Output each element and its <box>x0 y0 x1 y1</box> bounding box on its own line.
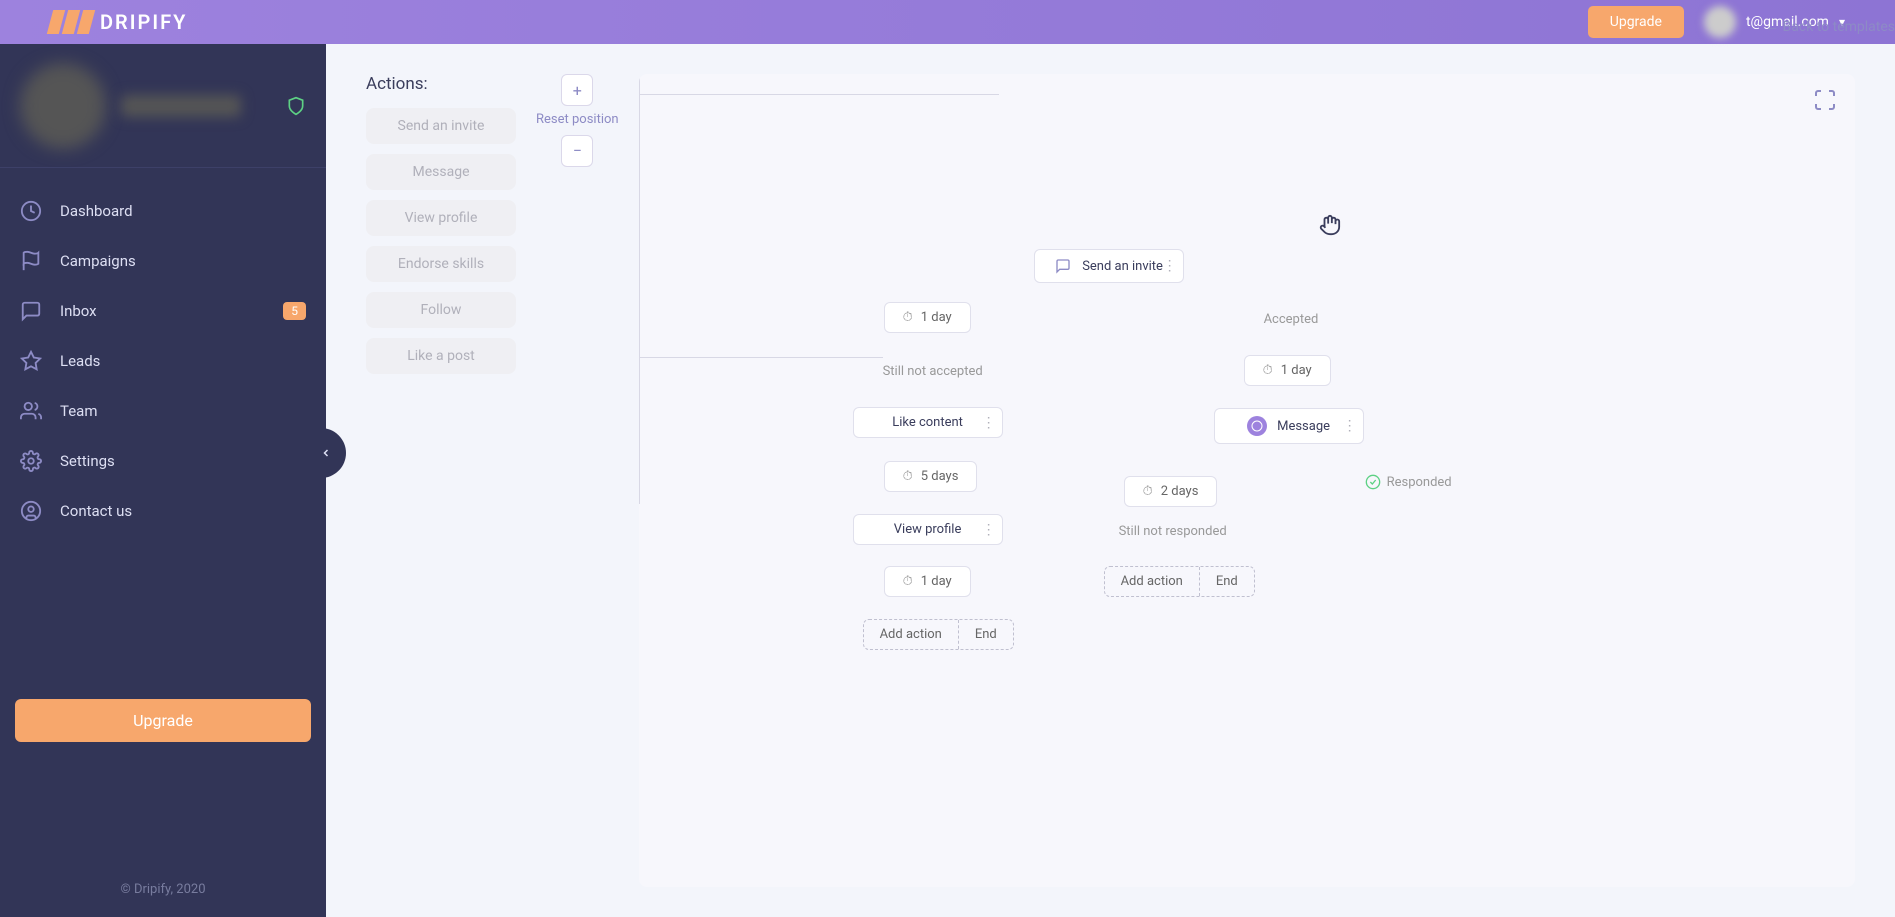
sidebar-item-campaigns[interactable]: Campaigns <box>0 236 326 286</box>
node-menu-icon[interactable]: ⋮ <box>982 415 996 431</box>
node-menu-icon[interactable]: ⋮ <box>1343 418 1357 434</box>
actions-title: Actions: <box>366 74 516 94</box>
node-view-profile[interactable]: View profile ⋮ <box>853 514 1003 545</box>
zoom-in-button[interactable]: + <box>561 74 593 106</box>
sidebar-item-label: Inbox <box>60 302 97 320</box>
canvas-controls: + Reset position − <box>536 74 619 887</box>
sidebar-item-team[interactable]: Team <box>0 386 326 436</box>
add-action-button[interactable]: Add action <box>1105 567 1200 596</box>
avatar-icon <box>20 63 106 149</box>
logo-bars-icon <box>47 10 95 34</box>
label-not-responded: Still not responded <box>1119 524 1227 539</box>
sidebar-item-leads[interactable]: Leads <box>0 336 326 386</box>
inbox-badge: 5 <box>283 302 306 320</box>
upgrade-header-button[interactable]: Upgrade <box>1588 6 1684 38</box>
timer-icon: ⏱ <box>903 469 913 484</box>
sidebar-item-settings[interactable]: Settings <box>0 436 326 486</box>
label-responded: Responded <box>1365 474 1452 490</box>
sidebar-item-label: Settings <box>60 452 115 470</box>
node-label: 5 days <box>921 469 959 484</box>
header: DRIPIFY Upgrade t@gmail.com ▾ <box>0 0 1895 44</box>
back-to-templates-link[interactable]: ← Back to templates <box>1765 18 1895 35</box>
node-split-right: Add action End <box>1104 566 1255 597</box>
upgrade-sidebar-button[interactable]: Upgrade <box>15 699 311 742</box>
node-label: Message <box>1277 419 1330 434</box>
sidebar: Dashboard Campaigns Inbox 5 Leads Team <box>0 44 326 917</box>
action-tile-endorse[interactable]: Endorse skills <box>366 246 516 282</box>
node-menu-icon[interactable]: ⋮ <box>982 522 996 538</box>
node-label: Like content <box>892 415 963 430</box>
end-button[interactable]: End <box>1200 567 1254 596</box>
send-icon <box>1054 257 1072 275</box>
check-circle-icon <box>1365 474 1381 490</box>
user-icon <box>20 500 42 522</box>
sidebar-item-label: Contact us <box>60 502 132 520</box>
action-tile-like-post[interactable]: Like a post <box>366 338 516 374</box>
star-icon <box>20 350 42 372</box>
node-timer-1day-left[interactable]: ⏱ 1 day <box>884 302 971 333</box>
action-tile-message[interactable]: Message <box>366 154 516 190</box>
timer-icon: ⏱ <box>1263 363 1273 378</box>
sidebar-item-label: Team <box>60 402 98 420</box>
node-label: 1 day <box>921 310 952 325</box>
action-tile-view-profile[interactable]: View profile <box>366 200 516 236</box>
logo-text: DRIPIFY <box>100 10 187 34</box>
timer-icon: ⏱ <box>903 310 913 325</box>
node-split-left: Add action End <box>863 619 1014 650</box>
node-send-invite[interactable]: Send an invite ⋮ <box>1034 249 1184 283</box>
fullscreen-icon <box>1813 88 1837 112</box>
node-label: 1 day <box>921 574 952 589</box>
zoom-out-button[interactable]: − <box>561 135 593 167</box>
label-accepted: Accepted <box>1264 312 1319 327</box>
reset-position-button[interactable]: Reset position <box>536 112 619 129</box>
message-icon <box>1247 416 1267 436</box>
actions-panel: Actions: Send an invite Message View pro… <box>366 74 516 887</box>
node-message[interactable]: Message ⋮ <box>1214 408 1364 444</box>
sidebar-item-label: Leads <box>60 352 100 370</box>
node-label: 1 day <box>1281 363 1312 378</box>
sidebar-item-label: Campaigns <box>60 252 136 270</box>
clock-icon <box>20 200 42 222</box>
copyright: © Dripify, 2020 <box>15 882 311 897</box>
avatar-icon <box>1704 6 1736 38</box>
gear-icon <box>20 450 42 472</box>
action-tile-follow[interactable]: Follow <box>366 292 516 328</box>
canvas[interactable]: Send an invite ⋮ ⏱ 1 day Still not accep… <box>639 74 1855 887</box>
end-button[interactable]: End <box>959 620 1013 649</box>
label-not-accepted: Still not accepted <box>883 364 983 379</box>
sidebar-item-inbox[interactable]: Inbox 5 <box>0 286 326 336</box>
node-label: View profile <box>894 522 962 537</box>
node-like-content[interactable]: Like content ⋮ <box>853 407 1003 438</box>
node-timer-1day-bottom[interactable]: ⏱ 1 day <box>884 566 971 597</box>
sidebar-profile[interactable] <box>0 44 326 168</box>
node-timer-2days[interactable]: ⏱ 2 days <box>1124 476 1218 507</box>
fullscreen-button[interactable] <box>1813 88 1841 116</box>
node-menu-icon[interactable]: ⋮ <box>1163 258 1177 274</box>
add-action-button[interactable]: Add action <box>864 620 959 649</box>
sidebar-item-contact[interactable]: Contact us <box>0 486 326 536</box>
nav-list: Dashboard Campaigns Inbox 5 Leads Team <box>0 168 326 554</box>
users-icon <box>20 400 42 422</box>
sidebar-item-dashboard[interactable]: Dashboard <box>0 186 326 236</box>
timer-icon: ⏱ <box>1143 484 1153 499</box>
node-label: 2 days <box>1161 484 1199 499</box>
shield-icon <box>286 96 306 116</box>
node-label: Send an invite <box>1082 259 1163 274</box>
flag-icon <box>20 250 42 272</box>
node-timer-5days[interactable]: ⏱ 5 days <box>884 461 978 492</box>
chat-icon <box>20 300 42 322</box>
hand-cursor-icon <box>1319 214 1341 236</box>
content: Actions: Send an invite Message View pro… <box>326 44 1895 917</box>
node-timer-1day-right[interactable]: ⏱ 1 day <box>1244 355 1331 386</box>
profile-name <box>121 95 241 117</box>
logo[interactable]: DRIPIFY <box>50 10 187 34</box>
action-tile-invite[interactable]: Send an invite <box>366 108 516 144</box>
sidebar-item-label: Dashboard <box>60 202 133 220</box>
timer-icon: ⏱ <box>903 574 913 589</box>
